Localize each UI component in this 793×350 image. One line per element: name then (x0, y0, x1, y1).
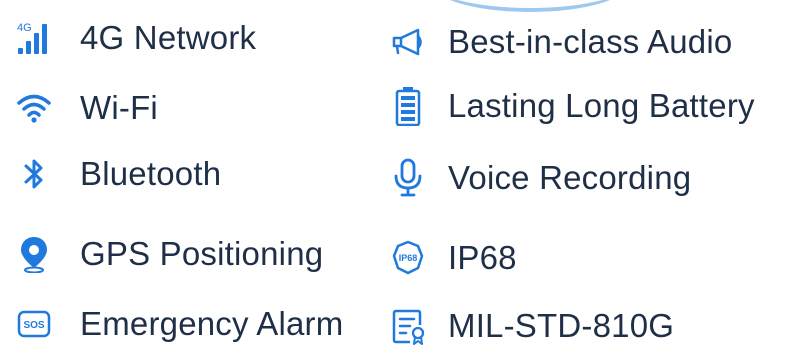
feature-best-in-class-audio: Best-in-class Audio (390, 18, 732, 66)
feature-label: Bluetooth (80, 155, 222, 192)
feature-ip68: IP68 IP68 (390, 234, 517, 282)
sos-icon-text: SOS (23, 320, 44, 331)
battery-icon (390, 87, 426, 126)
feature-wifi: Wi-Fi (16, 84, 158, 132)
feature-label: Wi-Fi (80, 89, 158, 126)
feature-mil-std-810g: MIL-STD-810G (390, 302, 674, 350)
feature-label: 4G Network (80, 19, 257, 56)
feature-label: GPS Positioning (80, 235, 324, 272)
feature-label: IP68 (448, 239, 517, 276)
feature-gps-positioning: GPS Positioning (16, 230, 323, 278)
feature-lasting-long-battery: Lasting Long Battery (390, 82, 755, 130)
4g-signal-icon: 4G (16, 20, 52, 56)
feature-bluetooth: Bluetooth (16, 150, 221, 198)
feature-label: MIL-STD-810G (448, 307, 675, 344)
feature-label: Voice Recording (448, 159, 692, 196)
feature-label: Emergency Alarm (80, 305, 344, 342)
microphone-icon (390, 158, 426, 197)
megaphone-icon (390, 24, 426, 60)
sos-icon: SOS (16, 306, 52, 342)
location-pin-icon (16, 236, 52, 273)
bluetooth-icon (16, 156, 52, 192)
ip68-icon-text: IP68 (399, 253, 418, 263)
feature-emergency-alarm: SOS Emergency Alarm (16, 300, 343, 348)
feature-voice-recording: Voice Recording (390, 154, 691, 202)
ip68-badge-icon: IP68 (390, 240, 426, 276)
feature-label: Lasting Long Battery (448, 87, 755, 124)
feature-label: Best-in-class Audio (448, 23, 733, 60)
decorative-arc (430, 0, 630, 18)
4g-icon-text: 4G (17, 22, 32, 34)
feature-4g-network: 4G 4G Network (16, 14, 256, 62)
wifi-icon (16, 90, 52, 126)
certificate-icon (390, 308, 426, 345)
